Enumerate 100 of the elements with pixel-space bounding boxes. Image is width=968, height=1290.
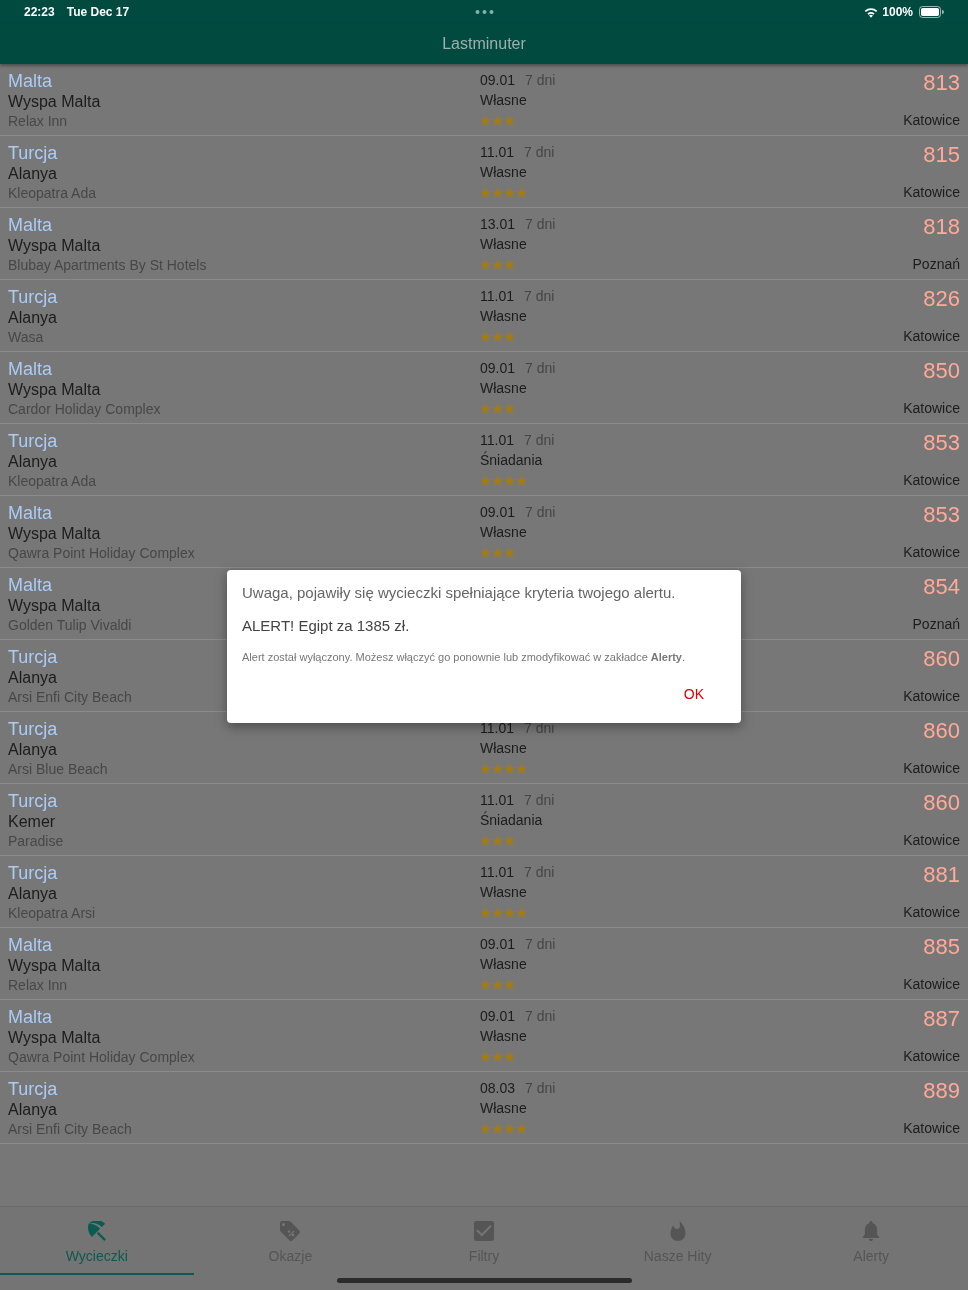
- country-name: Malta: [8, 70, 52, 92]
- star-icon: [480, 906, 491, 918]
- star-icon: [504, 1050, 515, 1062]
- star-icon: [480, 330, 491, 342]
- departure-city: Katowice: [903, 831, 960, 849]
- star-icon: [504, 258, 515, 270]
- country-name: Malta: [8, 358, 52, 380]
- more-dots-icon[interactable]: [474, 10, 494, 14]
- country-name: Turcja: [8, 430, 58, 452]
- star-icon: [492, 546, 503, 558]
- star-icon: [492, 762, 503, 774]
- star-icon: [504, 114, 515, 126]
- departure-city: Katowice: [903, 1119, 960, 1137]
- star-icon: [480, 546, 491, 558]
- departure-date: 09.01: [480, 71, 516, 90]
- country-name: Turcja: [8, 862, 58, 884]
- departure-city: Katowice: [903, 111, 960, 129]
- country-name: Malta: [8, 1006, 52, 1028]
- departure-city: Poznań: [912, 615, 960, 633]
- price: 860: [923, 646, 960, 672]
- departure-city: Katowice: [903, 687, 960, 705]
- departure-date: 11.01: [480, 791, 514, 810]
- star-icon: [480, 834, 491, 846]
- star-icon: [492, 906, 503, 918]
- departure-city: Katowice: [903, 399, 960, 417]
- country-name: Turcja: [8, 718, 58, 740]
- departure-date: 09.01: [480, 359, 516, 378]
- price: 885: [923, 934, 960, 960]
- departure-city: Katowice: [903, 1047, 960, 1065]
- star-icon: [480, 1122, 491, 1134]
- departure-date: 11.01: [480, 143, 514, 162]
- dialog-message: Uwaga, pojawiły się wycieczki spełniające kryteria twojego alertu.: [242, 583, 677, 603]
- board-type: Śniadania: [480, 450, 543, 470]
- bell-icon: [861, 1221, 882, 1241]
- status-date: Tue Dec 17: [66, 5, 130, 19]
- country-name: Turcja: [8, 790, 58, 812]
- star-icon: [504, 330, 515, 342]
- departure-city: Poznań: [912, 255, 960, 273]
- star-icon: [492, 258, 503, 270]
- star-icon: [504, 474, 515, 486]
- price: 813: [923, 70, 960, 96]
- star-icon: [492, 978, 503, 990]
- departure-date: 11.01: [480, 431, 514, 450]
- star-icon: [480, 978, 491, 990]
- country-name: Turcja: [8, 646, 58, 668]
- region-name: Kemer: [8, 812, 56, 832]
- country-name: Malta: [8, 502, 52, 524]
- star-icon: [516, 1122, 527, 1134]
- price: 818: [923, 214, 960, 240]
- region-name: Wyspa Malta: [8, 596, 101, 616]
- region-name: Wyspa Malta: [8, 524, 101, 544]
- departure-city: Katowice: [903, 903, 960, 921]
- star-icon: [504, 762, 515, 774]
- star-icon: [492, 834, 503, 846]
- star-icon: [504, 834, 515, 846]
- star-icon: [504, 186, 515, 198]
- departure-date: 09.01: [480, 935, 516, 954]
- board-type: Własne: [480, 307, 527, 326]
- board-type: Śniadania: [480, 810, 543, 830]
- ok-button[interactable]: OK: [671, 678, 716, 710]
- star-icon: [480, 402, 491, 414]
- star-icon: [504, 1122, 515, 1134]
- region-name: Wyspa Malta: [8, 956, 101, 976]
- star-icon: [516, 906, 527, 918]
- country-name: Turcja: [8, 142, 58, 164]
- board-type: Własne: [480, 883, 527, 902]
- board-type: Własne: [480, 955, 527, 974]
- departure-date: 08.03: [480, 1079, 516, 1098]
- board-type: Własne: [480, 163, 527, 182]
- battery-icon: [919, 6, 944, 18]
- price: 853: [923, 430, 960, 456]
- price: 853: [923, 502, 960, 528]
- departure-city: Katowice: [903, 471, 960, 489]
- star-icon: [492, 186, 503, 198]
- region-name: Alanya: [8, 164, 57, 184]
- country-name: Turcja: [8, 286, 58, 308]
- departure-city: Katowice: [903, 327, 960, 345]
- star-icon: [480, 114, 491, 126]
- departure-city: Katowice: [903, 183, 960, 201]
- star-icon: [504, 402, 515, 414]
- status-time: 22:23: [24, 5, 55, 19]
- star-icon: [480, 1050, 491, 1062]
- star-icon: [492, 402, 503, 414]
- price: 826: [923, 286, 960, 312]
- star-icon: [492, 474, 503, 486]
- price: 860: [923, 790, 960, 816]
- country-name: Malta: [8, 934, 52, 956]
- country-name: Turcja: [8, 1078, 58, 1100]
- departure-date: 13.01: [480, 215, 516, 234]
- price: 815: [923, 142, 960, 168]
- header-title: Lastminuter: [442, 35, 526, 53]
- region-name: Alanya: [8, 308, 57, 328]
- star-icon: [504, 906, 515, 918]
- star-icon: [504, 546, 515, 558]
- board-type: Własne: [480, 91, 527, 110]
- star-icon: [480, 186, 491, 198]
- region-name: Wyspa Malta: [8, 380, 101, 400]
- star-icon: [480, 258, 491, 270]
- region-name: Alanya: [8, 452, 57, 472]
- star-icon: [492, 114, 503, 126]
